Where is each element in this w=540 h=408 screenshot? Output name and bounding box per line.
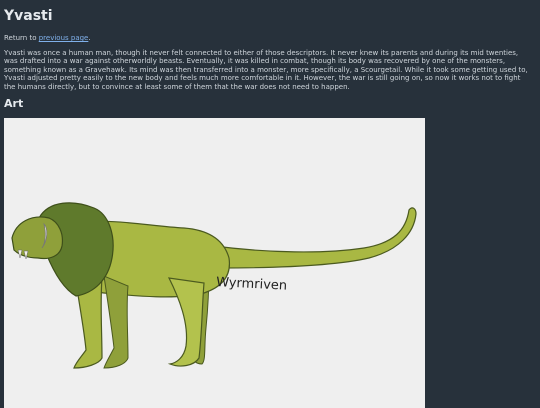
return-prefix: Return to [4,34,39,42]
previous-page-link[interactable]: previous page [39,34,89,42]
artwork-image: Wyrmriven [4,118,425,408]
creature-illustration: Wyrmriven [11,202,417,369]
page-title: Yvasti [4,8,53,24]
return-line: Return to previous page. [4,34,91,42]
artist-signature: Wyrmriven [216,275,288,294]
art-heading: Art [4,97,24,110]
return-suffix: . [88,34,91,42]
creature-tail [213,207,417,269]
bio-paragraph: Yvasti was once a human man, though it n… [4,49,528,91]
creature-front-leg-far [103,275,129,369]
page: Yvasti Return to previous page. Yvasti w… [0,0,540,408]
